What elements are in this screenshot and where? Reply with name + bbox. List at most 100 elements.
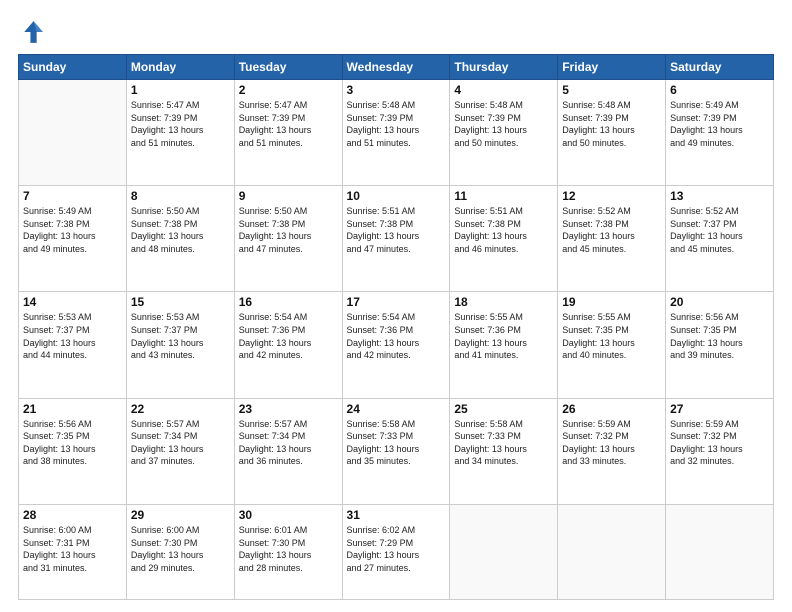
day-info: Sunrise: 6:02 AMSunset: 7:29 PMDaylight:… — [347, 524, 446, 574]
week-row-3: 14 Sunrise: 5:53 AMSunset: 7:37 PMDayligh… — [19, 292, 774, 398]
day-number: 17 — [347, 295, 446, 309]
header — [18, 18, 774, 46]
calendar-cell — [558, 504, 666, 599]
calendar-cell: 12 Sunrise: 5:52 AMSunset: 7:38 PMDayligh… — [558, 186, 666, 292]
day-number: 18 — [454, 295, 553, 309]
calendar-cell: 11 Sunrise: 5:51 AMSunset: 7:38 PMDayligh… — [450, 186, 558, 292]
calendar-cell: 4 Sunrise: 5:48 AMSunset: 7:39 PMDaylight… — [450, 80, 558, 186]
calendar-cell: 1 Sunrise: 5:47 AMSunset: 7:39 PMDaylight… — [126, 80, 234, 186]
day-number: 2 — [239, 83, 338, 97]
page: SundayMondayTuesdayWednesdayThursdayFrid… — [0, 0, 792, 612]
day-number: 3 — [347, 83, 446, 97]
day-number: 25 — [454, 402, 553, 416]
day-info: Sunrise: 5:55 AMSunset: 7:35 PMDaylight:… — [562, 311, 661, 361]
logo-icon — [18, 18, 46, 46]
calendar-cell: 9Sunrise: 5:50 AMSunset: 7:38 PMDaylight… — [234, 186, 342, 292]
calendar-cell: 28 Sunrise: 6:00 AMSunset: 7:31 PMDayligh… — [19, 504, 127, 599]
logo — [18, 18, 50, 46]
day-info: Sunrise: 5:48 AMSunset: 7:39 PMDaylight:… — [562, 99, 661, 149]
day-number: 29 — [131, 508, 230, 522]
calendar-cell: 23 Sunrise: 5:57 AMSunset: 7:34 PMDayligh… — [234, 398, 342, 504]
day-info: Sunrise: 5:54 AMSunset: 7:36 PMDaylight:… — [239, 311, 338, 361]
day-info: Sunrise: 5:48 AMSunset: 7:39 PMDaylight:… — [347, 99, 446, 149]
day-info: Sunrise: 6:01 AMSunset: 7:30 PMDaylight:… — [239, 524, 338, 574]
weekday-header-friday: Friday — [558, 55, 666, 80]
day-info: Sunrise: 5:58 AMSunset: 7:33 PMDaylight:… — [347, 418, 446, 468]
day-number: 5 — [562, 83, 661, 97]
day-info: Sunrise: 5:52 AMSunset: 7:38 PMDaylight:… — [562, 205, 661, 255]
calendar-cell: 22Sunrise: 5:57 AMSunset: 7:34 PMDayligh… — [126, 398, 234, 504]
calendar-cell: 6Sunrise: 5:49 AMSunset: 7:39 PMDaylight… — [666, 80, 774, 186]
day-number: 22 — [131, 402, 230, 416]
day-number: 7 — [23, 189, 122, 203]
weekday-header-saturday: Saturday — [666, 55, 774, 80]
day-number: 10 — [347, 189, 446, 203]
calendar-cell: 18 Sunrise: 5:55 AMSunset: 7:36 PMDayligh… — [450, 292, 558, 398]
calendar-cell: 24 Sunrise: 5:58 AMSunset: 7:33 PMDayligh… — [342, 398, 450, 504]
day-number: 28 — [23, 508, 122, 522]
day-info: Sunrise: 5:55 AMSunset: 7:36 PMDaylight:… — [454, 311, 553, 361]
day-info: Sunrise: 5:56 AMSunset: 7:35 PMDaylight:… — [23, 418, 122, 468]
day-info: Sunrise: 5:54 AMSunset: 7:36 PMDaylight:… — [347, 311, 446, 361]
calendar-cell: 30 Sunrise: 6:01 AMSunset: 7:30 PMDayligh… — [234, 504, 342, 599]
day-info: Sunrise: 5:52 AMSunset: 7:37 PMDaylight:… — [670, 205, 769, 255]
calendar-cell: 15 Sunrise: 5:53 AMSunset: 7:37 PMDayligh… — [126, 292, 234, 398]
day-number: 21 — [23, 402, 122, 416]
calendar-cell: 14 Sunrise: 5:53 AMSunset: 7:37 PMDayligh… — [19, 292, 127, 398]
calendar-cell: 13 Sunrise: 5:52 AMSunset: 7:37 PMDayligh… — [666, 186, 774, 292]
calendar-cell: 8Sunrise: 5:50 AMSunset: 7:38 PMDaylight… — [126, 186, 234, 292]
day-info: Sunrise: 5:53 AMSunset: 7:37 PMDaylight:… — [131, 311, 230, 361]
day-info: Sunrise: 6:00 AMSunset: 7:30 PMDaylight:… — [131, 524, 230, 574]
day-info: Sunrise: 5:50 AMSunset: 7:38 PMDaylight:… — [239, 205, 338, 255]
day-number: 19 — [562, 295, 661, 309]
calendar-cell: 25 Sunrise: 5:58 AMSunset: 7:33 PMDayligh… — [450, 398, 558, 504]
day-number: 11 — [454, 189, 553, 203]
day-number: 24 — [347, 402, 446, 416]
weekday-header-row: SundayMondayTuesdayWednesdayThursdayFrid… — [19, 55, 774, 80]
day-info: Sunrise: 6:00 AMSunset: 7:31 PMDaylight:… — [23, 524, 122, 574]
day-info: Sunrise: 5:47 AMSunset: 7:39 PMDaylight:… — [239, 99, 338, 149]
day-number: 1 — [131, 83, 230, 97]
calendar-cell: 2 Sunrise: 5:47 AMSunset: 7:39 PMDaylight… — [234, 80, 342, 186]
weekday-header-tuesday: Tuesday — [234, 55, 342, 80]
day-info: Sunrise: 5:57 AMSunset: 7:34 PMDaylight:… — [239, 418, 338, 468]
day-info: Sunrise: 5:59 AMSunset: 7:32 PMDaylight:… — [670, 418, 769, 468]
calendar-cell: 27 Sunrise: 5:59 AMSunset: 7:32 PMDayligh… — [666, 398, 774, 504]
day-info: Sunrise: 5:59 AMSunset: 7:32 PMDaylight:… — [562, 418, 661, 468]
day-number: 16 — [239, 295, 338, 309]
calendar-cell: 7 Sunrise: 5:49 AMSunset: 7:38 PMDaylight… — [19, 186, 127, 292]
calendar-cell — [666, 504, 774, 599]
day-info: Sunrise: 5:51 AMSunset: 7:38 PMDaylight:… — [347, 205, 446, 255]
day-info: Sunrise: 5:51 AMSunset: 7:38 PMDaylight:… — [454, 205, 553, 255]
day-info: Sunrise: 5:56 AMSunset: 7:35 PMDaylight:… — [670, 311, 769, 361]
day-info: Sunrise: 5:58 AMSunset: 7:33 PMDaylight:… — [454, 418, 553, 468]
week-row-4: 21 Sunrise: 5:56 AMSunset: 7:35 PMDayligh… — [19, 398, 774, 504]
day-number: 27 — [670, 402, 769, 416]
day-info: Sunrise: 5:48 AMSunset: 7:39 PMDaylight:… — [454, 99, 553, 149]
day-number: 15 — [131, 295, 230, 309]
day-number: 20 — [670, 295, 769, 309]
calendar-cell: 16 Sunrise: 5:54 AMSunset: 7:36 PMDayligh… — [234, 292, 342, 398]
calendar-cell: 17 Sunrise: 5:54 AMSunset: 7:36 PMDayligh… — [342, 292, 450, 398]
day-number: 13 — [670, 189, 769, 203]
calendar-cell: 10 Sunrise: 5:51 AMSunset: 7:38 PMDayligh… — [342, 186, 450, 292]
day-number: 4 — [454, 83, 553, 97]
calendar-cell: 20 Sunrise: 5:56 AMSunset: 7:35 PMDayligh… — [666, 292, 774, 398]
day-info: Sunrise: 5:53 AMSunset: 7:37 PMDaylight:… — [23, 311, 122, 361]
calendar-cell: 29 Sunrise: 6:00 AMSunset: 7:30 PMDayligh… — [126, 504, 234, 599]
day-info: Sunrise: 5:49 AMSunset: 7:39 PMDaylight:… — [670, 99, 769, 149]
day-number: 31 — [347, 508, 446, 522]
day-info: Sunrise: 5:49 AMSunset: 7:38 PMDaylight:… — [23, 205, 122, 255]
calendar-cell: 3 Sunrise: 5:48 AMSunset: 7:39 PMDaylight… — [342, 80, 450, 186]
week-row-2: 7 Sunrise: 5:49 AMSunset: 7:38 PMDaylight… — [19, 186, 774, 292]
day-number: 14 — [23, 295, 122, 309]
day-number: 23 — [239, 402, 338, 416]
day-number: 30 — [239, 508, 338, 522]
calendar-table: SundayMondayTuesdayWednesdayThursdayFrid… — [18, 54, 774, 600]
weekday-header-sunday: Sunday — [19, 55, 127, 80]
day-number: 12 — [562, 189, 661, 203]
weekday-header-monday: Monday — [126, 55, 234, 80]
day-info: Sunrise: 5:47 AMSunset: 7:39 PMDaylight:… — [131, 99, 230, 149]
day-number: 26 — [562, 402, 661, 416]
calendar-cell: 21 Sunrise: 5:56 AMSunset: 7:35 PMDayligh… — [19, 398, 127, 504]
